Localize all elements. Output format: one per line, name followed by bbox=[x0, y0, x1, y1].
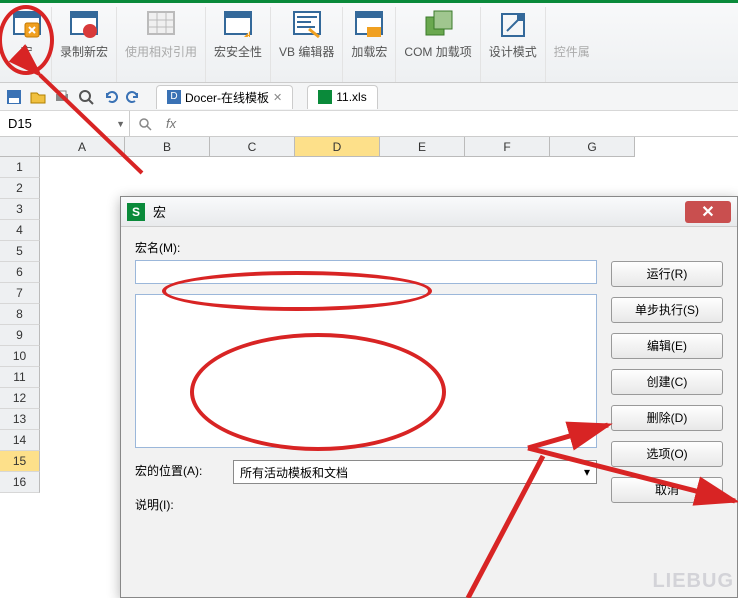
macro-location-value: 所有活动模板和文档 bbox=[240, 464, 348, 481]
ribbon-comaddin[interactable]: COM 加载项 bbox=[396, 7, 480, 82]
row-header[interactable]: 16 bbox=[0, 472, 40, 493]
row-header[interactable]: 7 bbox=[0, 283, 40, 304]
close-button[interactable]: ✕ bbox=[685, 201, 731, 223]
cancel-button[interactable]: 取消 bbox=[611, 477, 723, 503]
addin-icon bbox=[353, 9, 385, 41]
save-icon[interactable] bbox=[6, 89, 22, 105]
undo-icon[interactable] bbox=[102, 89, 118, 105]
quick-access-toolbar: D Docer-在线模板 ✕ 11.xls bbox=[0, 83, 738, 111]
ribbon-security-label: 宏安全性 bbox=[214, 45, 262, 61]
edit-button[interactable]: 编辑(E) bbox=[611, 333, 723, 359]
ribbon-addin[interactable]: 加载宏 bbox=[343, 7, 396, 82]
row-header[interactable]: 12 bbox=[0, 388, 40, 409]
fx-area[interactable]: fx bbox=[130, 116, 738, 131]
chevron-down-icon: ▾ bbox=[584, 465, 590, 479]
col-header[interactable]: A bbox=[40, 137, 125, 157]
fx-label: fx bbox=[166, 116, 176, 131]
ribbon-controls: 控件属 bbox=[546, 7, 598, 82]
search-icon[interactable] bbox=[138, 117, 152, 131]
ribbon-comaddin-label: COM 加载项 bbox=[404, 45, 471, 61]
dialog-title: 宏 bbox=[153, 202, 685, 221]
name-box-value: D15 bbox=[8, 116, 32, 131]
svg-text:!: ! bbox=[247, 29, 250, 40]
macro-icon bbox=[11, 9, 43, 41]
ribbon-design[interactable]: 设计模式 bbox=[481, 7, 546, 82]
row-header[interactable]: 14 bbox=[0, 430, 40, 451]
watermark: LIEBUG bbox=[652, 570, 734, 593]
open-icon[interactable] bbox=[30, 89, 46, 105]
ribbon: 宏 录制新宏 使用相对引用 ! 宏安全性 VB 编辑器 加载宏 COM 加载项 … bbox=[0, 3, 738, 83]
formula-bar: D15 ▼ fx bbox=[0, 111, 738, 137]
tab-file-label: 11.xls bbox=[336, 90, 366, 104]
ribbon-vbe-label: VB 编辑器 bbox=[279, 45, 334, 61]
macro-desc-label: 说明(I): bbox=[135, 496, 174, 513]
dialog-titlebar[interactable]: S 宏 ✕ bbox=[121, 197, 737, 227]
print-icon[interactable] bbox=[54, 89, 70, 105]
comaddin-icon bbox=[422, 9, 454, 41]
tab-docer-label: Docer-在线模板 bbox=[185, 89, 269, 106]
col-header[interactable]: D bbox=[295, 137, 380, 157]
preview-icon[interactable] bbox=[78, 89, 94, 105]
col-header[interactable]: F bbox=[465, 137, 550, 157]
row-header[interactable]: 4 bbox=[0, 220, 40, 241]
column-headers: A B C D E F G bbox=[40, 137, 635, 157]
tab-docer[interactable]: D Docer-在线模板 ✕ bbox=[156, 85, 293, 109]
name-box[interactable]: D15 ▼ bbox=[0, 111, 130, 136]
macro-location-label: 宏的位置(A): bbox=[135, 462, 225, 479]
col-header[interactable]: B bbox=[125, 137, 210, 157]
row-header[interactable]: 2 bbox=[0, 178, 40, 199]
ribbon-relref: 使用相对引用 bbox=[117, 7, 206, 82]
ribbon-macro-label: 宏 bbox=[20, 45, 32, 61]
delete-button[interactable]: 删除(D) bbox=[611, 405, 723, 431]
macro-list[interactable] bbox=[135, 294, 597, 448]
ribbon-relref-label: 使用相对引用 bbox=[125, 45, 197, 61]
chevron-down-icon[interactable]: ▼ bbox=[116, 119, 125, 129]
col-header[interactable]: G bbox=[550, 137, 635, 157]
vbe-icon bbox=[291, 9, 323, 41]
ribbon-design-label: 设计模式 bbox=[489, 45, 537, 61]
ribbon-addin-label: 加载宏 bbox=[351, 45, 387, 61]
row-header[interactable]: 3 bbox=[0, 199, 40, 220]
ribbon-record[interactable]: 录制新宏 bbox=[52, 7, 117, 82]
row-header[interactable]: 6 bbox=[0, 262, 40, 283]
macro-name-label: 宏名(M): bbox=[135, 239, 597, 256]
ribbon-macro[interactable]: 宏 bbox=[2, 7, 52, 82]
relref-icon bbox=[145, 9, 177, 41]
col-header[interactable]: C bbox=[210, 137, 295, 157]
create-button[interactable]: 创建(C) bbox=[611, 369, 723, 395]
row-header[interactable]: 11 bbox=[0, 367, 40, 388]
row-header[interactable]: 9 bbox=[0, 325, 40, 346]
macro-dialog: S 宏 ✕ 宏名(M): 宏的位置(A): 所有活动模板和文档 ▾ 说明(I):… bbox=[120, 196, 738, 598]
macro-location-select[interactable]: 所有活动模板和文档 ▾ bbox=[233, 460, 597, 484]
record-icon bbox=[68, 9, 100, 41]
ribbon-controls-label: 控件属 bbox=[554, 45, 590, 61]
run-button[interactable]: 运行(R) bbox=[611, 261, 723, 287]
ribbon-security[interactable]: ! 宏安全性 bbox=[206, 7, 271, 82]
col-header[interactable]: E bbox=[380, 137, 465, 157]
design-icon bbox=[497, 9, 529, 41]
ribbon-record-label: 录制新宏 bbox=[60, 45, 108, 61]
select-all-corner[interactable] bbox=[0, 137, 40, 157]
tab-file[interactable]: 11.xls bbox=[307, 85, 377, 109]
controls-icon bbox=[556, 9, 588, 41]
docer-icon: D bbox=[167, 90, 181, 104]
redo-icon[interactable] bbox=[126, 89, 142, 105]
row-header[interactable]: 15 bbox=[0, 451, 40, 472]
close-icon[interactable]: ✕ bbox=[273, 91, 282, 104]
xls-icon bbox=[318, 90, 332, 104]
row-header[interactable]: 10 bbox=[0, 346, 40, 367]
security-icon: ! bbox=[222, 9, 254, 41]
row-header[interactable]: 5 bbox=[0, 241, 40, 262]
options-button[interactable]: 选项(O) bbox=[611, 441, 723, 467]
ribbon-vbe[interactable]: VB 编辑器 bbox=[271, 7, 343, 82]
row-header[interactable]: 13 bbox=[0, 409, 40, 430]
row-header[interactable]: 8 bbox=[0, 304, 40, 325]
row-header[interactable]: 1 bbox=[0, 157, 40, 178]
row-headers: 1 2 3 4 5 6 7 8 9 10 11 12 13 14 15 16 bbox=[0, 157, 40, 493]
wps-logo-icon: S bbox=[127, 203, 145, 221]
step-button[interactable]: 单步执行(S) bbox=[611, 297, 723, 323]
macro-name-input[interactable] bbox=[135, 260, 597, 284]
